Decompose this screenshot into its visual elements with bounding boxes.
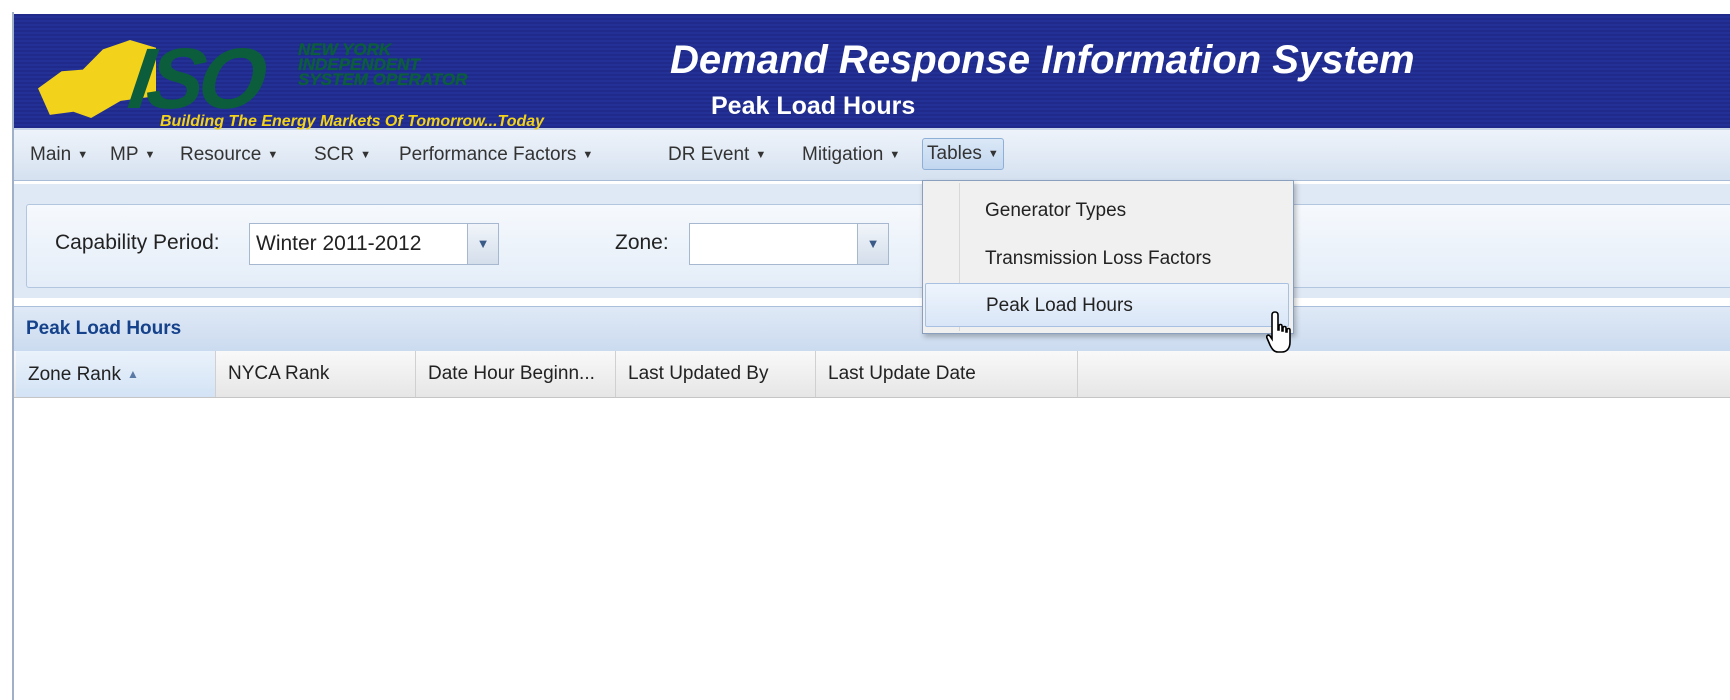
menu-item-transmission-loss-factors[interactable]: Transmission Loss Factors — [925, 237, 1289, 281]
tables-dropdown-menu: Generator Types Transmission Loss Factor… — [922, 180, 1294, 334]
grid-panel-header: Peak Load Hours — [14, 306, 1730, 352]
menu-mitigation[interactable]: Mitigation ▼ — [798, 140, 904, 170]
menu-resource[interactable]: Resource ▼ — [176, 140, 282, 170]
column-label: NYCA Rank — [228, 363, 330, 384]
caret-down-icon: ▼ — [889, 149, 901, 161]
column-last-updated-by[interactable]: Last Updated By — [616, 351, 816, 397]
column-nyca-rank[interactable]: NYCA Rank — [216, 351, 416, 397]
main-menubar: Main ▼ MP ▼ Resource ▼ SCR ▼ Performance Fac… — [14, 130, 1730, 181]
grid-body — [14, 398, 1730, 700]
caret-down-icon: ▼ — [144, 149, 156, 161]
filter-panel: Capability Period: Winter 2011-2012 ▼ Zo… — [26, 204, 1730, 288]
caret-down-icon: ▼ — [77, 149, 89, 161]
grid-panel-title: Peak Load Hours — [26, 318, 182, 339]
zone-select[interactable]: ▼ — [689, 223, 889, 265]
menu-label: DR Event — [668, 144, 750, 165]
app-title: Demand Response Information System — [670, 38, 1415, 82]
column-date-hour-beginning[interactable]: Date Hour Beginn... — [416, 351, 616, 397]
caret-down-icon: ▼ — [987, 148, 999, 160]
logo-org-line: SYSTEM OPERATOR — [298, 70, 468, 89]
chevron-down-icon[interactable]: ▼ — [467, 224, 498, 264]
iso-logo: ISO — [123, 31, 267, 127]
menu-scr[interactable]: SCR ▼ — [310, 140, 375, 170]
chevron-down-icon[interactable]: ▼ — [857, 224, 888, 264]
menu-main[interactable]: Main ▼ — [26, 140, 92, 170]
menu-label: Performance Factors — [399, 144, 577, 165]
logo-tagline: Building The Energy Markets Of Tomorrow.… — [160, 113, 545, 130]
menu-tables[interactable]: Tables ▼ — [922, 138, 1004, 170]
column-label: Last Update Date — [828, 363, 976, 384]
column-label: Last Updated By — [628, 363, 769, 384]
sort-ascending-icon: ▲ — [126, 367, 139, 381]
window-top-edge — [0, 0, 1730, 12]
caret-down-icon: ▼ — [360, 149, 372, 161]
page-subtitle: Peak Load Hours — [711, 92, 916, 120]
menu-label: Mitigation — [802, 144, 884, 165]
column-label: Date Hour Beginn... — [428, 363, 595, 384]
hand-pointer-cursor-icon — [1266, 311, 1291, 353]
column-last-update-date[interactable]: Last Update Date — [816, 351, 1078, 397]
caret-down-icon: ▼ — [582, 149, 594, 161]
logo-org-name: NEW YORK INDEPENDENT SYSTEM OPERATOR — [298, 41, 468, 89]
menu-mp[interactable]: MP ▼ — [106, 140, 159, 170]
caret-down-icon: ▼ — [267, 149, 279, 161]
menu-dr-event[interactable]: DR Event ▼ — [664, 140, 770, 170]
menu-label: Main — [30, 144, 72, 165]
caret-down-icon: ▼ — [755, 149, 767, 161]
menu-label: MP — [110, 144, 139, 165]
zone-label: Zone: — [615, 231, 669, 254]
capability-period-value: Winter 2011-2012 — [256, 232, 422, 255]
app-header: ISO NEW YORK INDEPENDENT SYSTEM OPERATOR… — [14, 14, 1730, 130]
column-zone-rank[interactable]: Zone Rank ▲ — [16, 351, 216, 397]
grid-column-headers: Zone Rank ▲ NYCA Rank Date Hour Beginn...… — [14, 351, 1730, 398]
menu-performance-factors[interactable]: Performance Factors ▼ — [395, 140, 597, 170]
menu-label: SCR — [314, 144, 355, 165]
capability-period-label: Capability Period: — [55, 231, 220, 254]
capability-period-select[interactable]: Winter 2011-2012 ▼ — [249, 223, 499, 265]
menu-label: Resource — [180, 144, 262, 165]
menu-label: Tables — [927, 143, 982, 164]
menu-item-generator-types[interactable]: Generator Types — [925, 189, 1289, 233]
menu-item-peak-load-hours[interactable]: Peak Load Hours — [925, 283, 1289, 327]
column-label: Zone Rank — [28, 364, 121, 385]
